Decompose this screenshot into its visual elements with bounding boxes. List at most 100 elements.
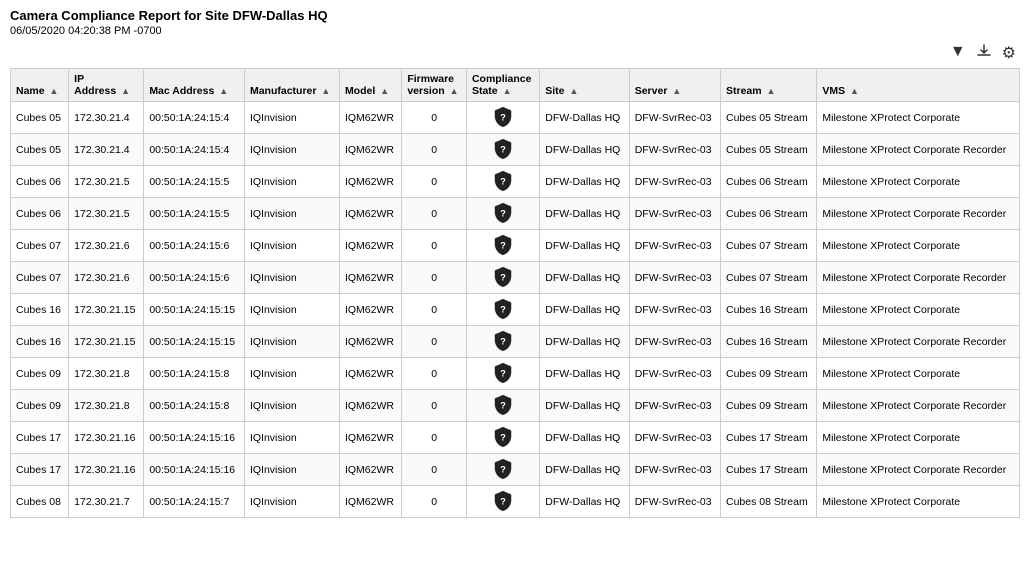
cell-firmware: 0 [402,294,467,326]
cell-stream: Cubes 09 Stream [721,390,817,422]
cell-vms: Milestone XProtect Corporate [817,102,1020,134]
table-row: Cubes 06172.30.21.500:50:1A:24:15:5IQInv… [11,198,1020,230]
cell-model: IQM62WR [339,326,401,358]
cell-model: IQM62WR [339,390,401,422]
cell-stream: Cubes 17 Stream [721,422,817,454]
cell-ip: 172.30.21.5 [69,198,144,230]
col-header-vms[interactable]: VMS ▲ [817,69,1020,102]
cell-name: Cubes 07 [11,230,69,262]
sort-arrow-compliance: ▲ [503,86,512,96]
svg-text:?: ? [500,209,506,219]
compliance-state-icon: ? [492,297,514,319]
cell-firmware: 0 [402,390,467,422]
settings-icon[interactable]: ⚙ [1002,43,1016,64]
download-icon[interactable] [976,43,992,64]
cell-mac: 00:50:1A:24:15:16 [144,422,245,454]
cell-mac: 00:50:1A:24:15:5 [144,166,245,198]
cell-stream: Cubes 06 Stream [721,166,817,198]
cell-server: DFW-SvrRec-03 [629,134,720,166]
table-row: Cubes 05172.30.21.400:50:1A:24:15:4IQInv… [11,134,1020,166]
cell-compliance: ? [466,358,539,390]
compliance-state-icon: ? [492,201,514,223]
cell-name: Cubes 05 [11,102,69,134]
col-header-manufacturer[interactable]: Manufacturer ▲ [244,69,339,102]
cell-manufacturer: IQInvision [244,486,339,518]
cell-model: IQM62WR [339,422,401,454]
cell-vms: Milestone XProtect Corporate Recorder [817,198,1020,230]
svg-text:?: ? [500,433,506,443]
cell-ip: 172.30.21.8 [69,390,144,422]
cell-compliance: ? [466,198,539,230]
cell-ip: 172.30.21.7 [69,486,144,518]
cell-manufacturer: IQInvision [244,166,339,198]
cell-ip: 172.30.21.5 [69,166,144,198]
cell-name: Cubes 06 [11,166,69,198]
cell-site: DFW-Dallas HQ [540,326,629,358]
cell-manufacturer: IQInvision [244,262,339,294]
cell-site: DFW-Dallas HQ [540,230,629,262]
col-header-compliance[interactable]: ComplianceState ▲ [466,69,539,102]
cell-vms: Milestone XProtect Corporate Recorder [817,262,1020,294]
table-row: Cubes 07172.30.21.600:50:1A:24:15:6IQInv… [11,262,1020,294]
compliance-table: Name ▲ IPAddress ▲ Mac Address ▲ Manufac… [10,68,1020,518]
cell-model: IQM62WR [339,134,401,166]
cell-model: IQM62WR [339,230,401,262]
cell-name: Cubes 16 [11,294,69,326]
cell-stream: Cubes 16 Stream [721,326,817,358]
filter-icon[interactable]: ▼ [950,43,966,64]
cell-stream: Cubes 09 Stream [721,358,817,390]
table-row: Cubes 05172.30.21.400:50:1A:24:15:4IQInv… [11,102,1020,134]
table-row: Cubes 09172.30.21.800:50:1A:24:15:8IQInv… [11,390,1020,422]
svg-text:?: ? [500,369,506,379]
cell-mac: 00:50:1A:24:15:15 [144,294,245,326]
col-header-name[interactable]: Name ▲ [11,69,69,102]
cell-manufacturer: IQInvision [244,390,339,422]
sort-arrow-vms: ▲ [850,86,859,96]
cell-server: DFW-SvrRec-03 [629,230,720,262]
cell-site: DFW-Dallas HQ [540,294,629,326]
cell-manufacturer: IQInvision [244,422,339,454]
cell-name: Cubes 08 [11,486,69,518]
compliance-state-icon: ? [492,137,514,159]
cell-manufacturer: IQInvision [244,198,339,230]
cell-site: DFW-Dallas HQ [540,422,629,454]
cell-manufacturer: IQInvision [244,102,339,134]
cell-server: DFW-SvrRec-03 [629,358,720,390]
report-date: 06/05/2020 04:20:38 PM -0700 [10,25,1020,37]
cell-mac: 00:50:1A:24:15:4 [144,134,245,166]
col-header-model[interactable]: Model ▲ [339,69,401,102]
col-header-site[interactable]: Site ▲ [540,69,629,102]
table-row: Cubes 16172.30.21.1500:50:1A:24:15:15IQI… [11,294,1020,326]
cell-firmware: 0 [402,486,467,518]
col-header-ip[interactable]: IPAddress ▲ [69,69,144,102]
cell-ip: 172.30.21.15 [69,326,144,358]
cell-model: IQM62WR [339,454,401,486]
compliance-state-icon: ? [492,169,514,191]
cell-site: DFW-Dallas HQ [540,358,629,390]
cell-ip: 172.30.21.6 [69,262,144,294]
svg-text:?: ? [500,145,506,155]
sort-arrow-manufacturer: ▲ [321,86,330,96]
cell-vms: Milestone XProtect Corporate Recorder [817,390,1020,422]
cell-firmware: 0 [402,326,467,358]
table-row: Cubes 06172.30.21.500:50:1A:24:15:5IQInv… [11,166,1020,198]
col-header-mac[interactable]: Mac Address ▲ [144,69,245,102]
cell-server: DFW-SvrRec-03 [629,486,720,518]
compliance-state-icon: ? [492,329,514,351]
cell-server: DFW-SvrRec-03 [629,454,720,486]
table-row: Cubes 09172.30.21.800:50:1A:24:15:8IQInv… [11,358,1020,390]
col-header-firmware[interactable]: Firmwareversion ▲ [402,69,467,102]
cell-manufacturer: IQInvision [244,326,339,358]
cell-name: Cubes 16 [11,326,69,358]
table-row: Cubes 17172.30.21.1600:50:1A:24:15:16IQI… [11,454,1020,486]
cell-server: DFW-SvrRec-03 [629,326,720,358]
col-header-stream[interactable]: Stream ▲ [721,69,817,102]
cell-stream: Cubes 17 Stream [721,454,817,486]
toolbar: ▼ ⚙ [10,43,1020,64]
cell-name: Cubes 06 [11,198,69,230]
cell-manufacturer: IQInvision [244,294,339,326]
col-header-server[interactable]: Server ▲ [629,69,720,102]
cell-ip: 172.30.21.4 [69,134,144,166]
cell-model: IQM62WR [339,198,401,230]
cell-stream: Cubes 08 Stream [721,486,817,518]
